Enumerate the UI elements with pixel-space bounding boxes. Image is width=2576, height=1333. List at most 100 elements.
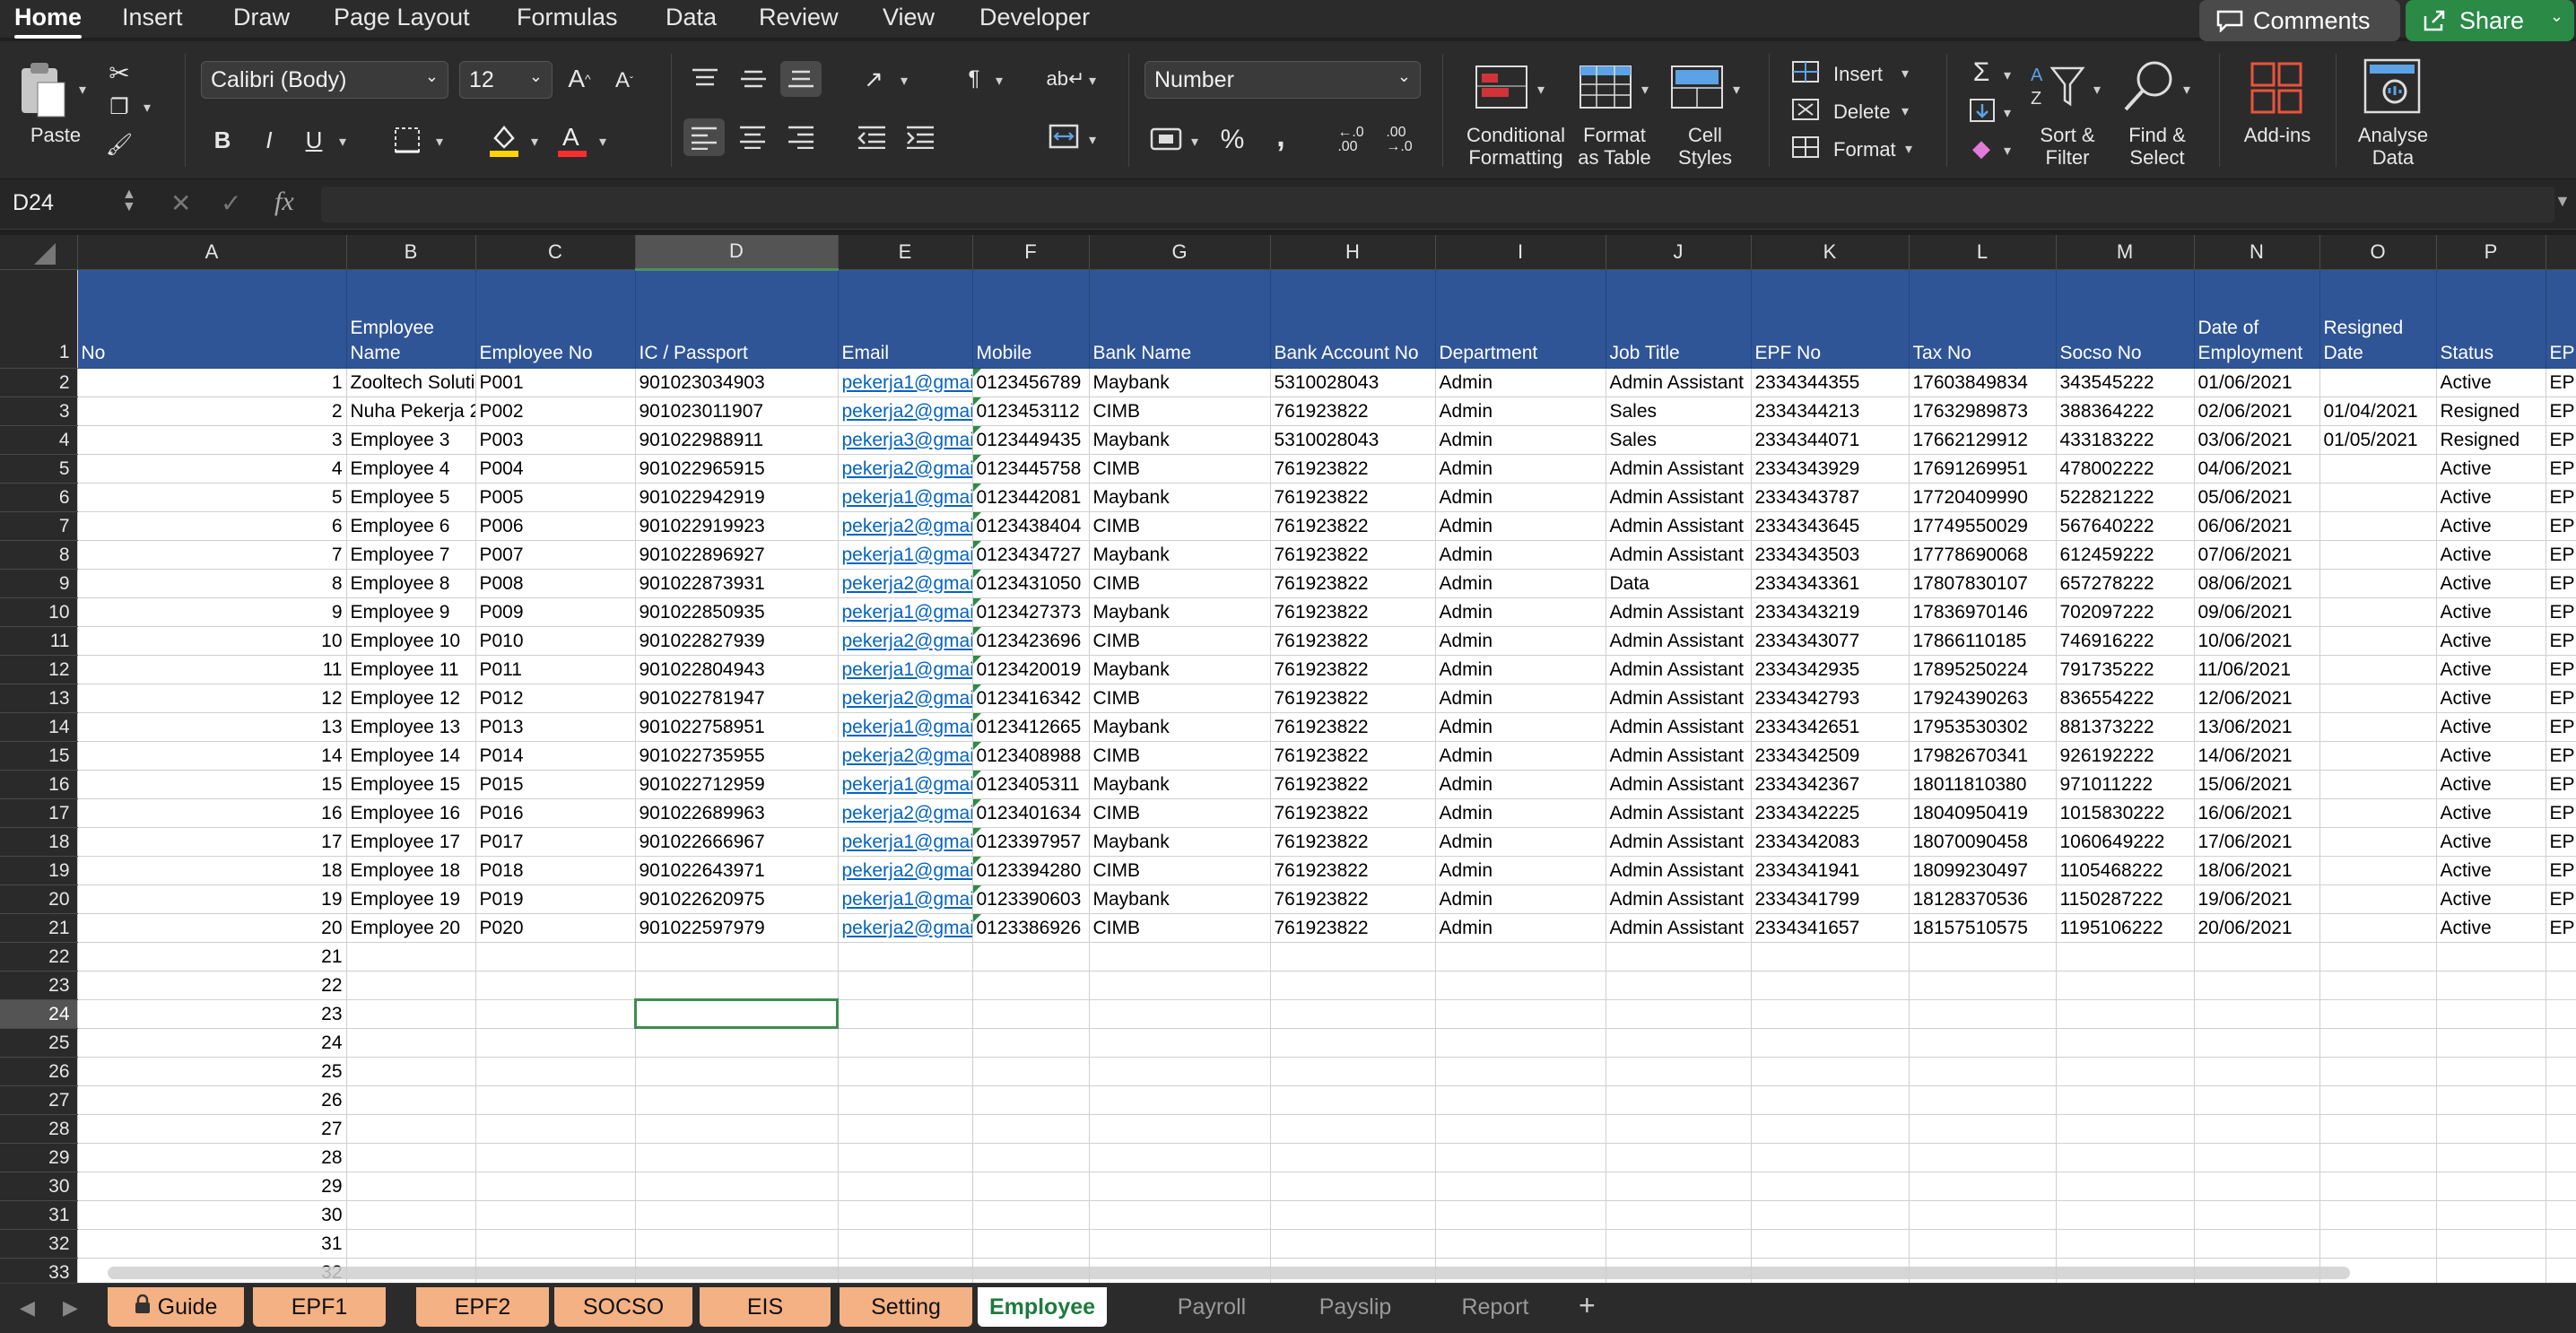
- table-cell[interactable]: 761923822: [1270, 741, 1436, 771]
- table-cell[interactable]: [2056, 1114, 2195, 1144]
- table-cell[interactable]: 901022942919: [635, 483, 839, 512]
- table-cell[interactable]: 761923822: [1270, 396, 1436, 426]
- table-cell[interactable]: [635, 1057, 839, 1086]
- sheet-tab-guide[interactable]: Guide: [108, 1287, 244, 1327]
- find-select-icon[interactable]: [2120, 57, 2178, 115]
- table-cell[interactable]: [2436, 1057, 2546, 1086]
- sort-filter-icon[interactable]: AZ: [2029, 61, 2088, 111]
- row-header[interactable]: 24: [0, 999, 78, 1029]
- email-link[interactable]: pekerja1@gmail.com: [838, 770, 973, 799]
- table-cell[interactable]: 2334341657: [1751, 913, 1910, 943]
- table-cell[interactable]: [1909, 1028, 2057, 1058]
- table-cell[interactable]: Admin Assistant: [1606, 884, 1752, 914]
- table-cell[interactable]: EPF2: [2546, 884, 2576, 914]
- fill-icon[interactable]: [1968, 97, 1997, 124]
- table-cell[interactable]: 18157510575: [1909, 913, 2057, 943]
- table-cell[interactable]: 0123394280: [972, 856, 1090, 885]
- table-cell[interactable]: [346, 999, 476, 1029]
- table-cell[interactable]: [1089, 942, 1271, 971]
- email-link[interactable]: pekerja1@gmail.com: [838, 483, 973, 512]
- table-cell[interactable]: Admin: [1435, 684, 1606, 713]
- table-cell[interactable]: Employee 4: [346, 454, 476, 484]
- row-header[interactable]: 10: [0, 597, 78, 627]
- table-cell[interactable]: Admin: [1435, 856, 1606, 885]
- table-cell[interactable]: [2056, 1085, 2195, 1115]
- row-header[interactable]: 23: [0, 971, 78, 1000]
- table-cell[interactable]: [2319, 712, 2437, 742]
- table-cell[interactable]: [1435, 1143, 1606, 1172]
- table-cell[interactable]: Maybank: [1089, 770, 1271, 799]
- table-cell[interactable]: 0123408988: [972, 741, 1090, 771]
- table-cell[interactable]: [2546, 1258, 2576, 1283]
- table-cell[interactable]: 2334343929: [1751, 454, 1910, 484]
- table-cell[interactable]: CIMB: [1089, 856, 1271, 885]
- table-cell[interactable]: 7: [77, 540, 347, 570]
- cell-styles-icon[interactable]: [1670, 65, 1724, 109]
- table-cell[interactable]: [2056, 1172, 2195, 1201]
- merge-chevron-icon[interactable]: ▾: [1089, 131, 1096, 149]
- table-cell[interactable]: [635, 1028, 839, 1058]
- email-link[interactable]: pekerja1@gmail.com: [838, 368, 973, 397]
- column-header-p[interactable]: P: [2436, 235, 2546, 270]
- table-cell[interactable]: 761923822: [1270, 856, 1436, 885]
- table-cell[interactable]: Nuha Pekerja 2: [346, 396, 476, 426]
- table-cell[interactable]: [2056, 999, 2195, 1029]
- table-cell[interactable]: Employee 20: [346, 913, 476, 943]
- table-cell[interactable]: Maybank: [1089, 483, 1271, 512]
- table-cell[interactable]: [2546, 1143, 2576, 1172]
- table-cell[interactable]: Admin: [1435, 569, 1606, 598]
- table-cell[interactable]: CIMB: [1089, 396, 1271, 426]
- table-cell[interactable]: [1606, 942, 1752, 971]
- table-cell[interactable]: 761923822: [1270, 454, 1436, 484]
- table-cell[interactable]: Maybank: [1089, 884, 1271, 914]
- table-cell[interactable]: 761923822: [1270, 770, 1436, 799]
- table-cell[interactable]: Admin Assistant: [1606, 827, 1752, 857]
- row-header[interactable]: 13: [0, 684, 78, 713]
- conditional-formatting-label[interactable]: Conditional Formatting: [1453, 124, 1579, 169]
- table-cell[interactable]: 657278222: [2056, 569, 2195, 598]
- table-cell[interactable]: [1751, 1114, 1910, 1144]
- table-cell[interactable]: [635, 1114, 839, 1144]
- table-cell[interactable]: 901022804943: [635, 655, 839, 684]
- format-cells-icon[interactable]: [1790, 135, 1821, 160]
- table-cell[interactable]: Employee 7: [346, 540, 476, 570]
- email-link[interactable]: pekerja2@gmail.com: [838, 626, 973, 656]
- table-cell[interactable]: 13: [77, 712, 347, 742]
- email-link[interactable]: pekerja2@gmail.com: [838, 684, 973, 713]
- find-select-label[interactable]: Find & Select: [2117, 124, 2197, 169]
- column-header-o[interactable]: O: [2319, 235, 2437, 270]
- table-cell[interactable]: EPF2: [2546, 827, 2576, 857]
- table-cell[interactable]: Admin: [1435, 770, 1606, 799]
- delete-cells-chevron-icon[interactable]: ▾: [1902, 102, 1909, 120]
- table-cell[interactable]: [1751, 1229, 1910, 1259]
- table-cell[interactable]: CIMB: [1089, 913, 1271, 943]
- table-cell[interactable]: 761923822: [1270, 712, 1436, 742]
- table-cell[interactable]: [1909, 1057, 2057, 1086]
- column-header-d[interactable]: D: [635, 235, 839, 271]
- table-cell[interactable]: 2334344071: [1751, 425, 1910, 455]
- table-cell[interactable]: [2319, 1229, 2437, 1259]
- table-cell[interactable]: 2334342793: [1751, 684, 1910, 713]
- align-left-button[interactable]: [683, 118, 725, 156]
- table-cell[interactable]: 18070090458: [1909, 827, 2057, 857]
- table-cell[interactable]: [475, 942, 636, 971]
- table-cell[interactable]: [2319, 1172, 2437, 1201]
- table-cell[interactable]: 27: [77, 1114, 347, 1144]
- table-cell[interactable]: [1751, 999, 1910, 1029]
- table-cell[interactable]: 901022781947: [635, 684, 839, 713]
- table-cell[interactable]: 0123453112: [972, 396, 1090, 426]
- table-cell[interactable]: [1089, 1085, 1271, 1115]
- table-cell[interactable]: [1435, 1057, 1606, 1086]
- table-cell[interactable]: Active: [2436, 712, 2546, 742]
- table-cell[interactable]: Active: [2436, 741, 2546, 771]
- table-cell[interactable]: [1909, 1143, 2057, 1172]
- table-cell[interactable]: 0123416342: [972, 684, 1090, 713]
- table-cell[interactable]: [1909, 1172, 2057, 1201]
- row-header[interactable]: 1: [0, 269, 78, 369]
- table-cell[interactable]: 18: [77, 856, 347, 885]
- table-cell[interactable]: Admin Assistant: [1606, 655, 1752, 684]
- accounting-chevron-icon[interactable]: ▾: [1191, 133, 1198, 151]
- increase-indent-icon[interactable]: [904, 124, 936, 149]
- table-cell[interactable]: EPF2: [2546, 913, 2576, 943]
- table-cell[interactable]: 17/06/2021: [2194, 827, 2320, 857]
